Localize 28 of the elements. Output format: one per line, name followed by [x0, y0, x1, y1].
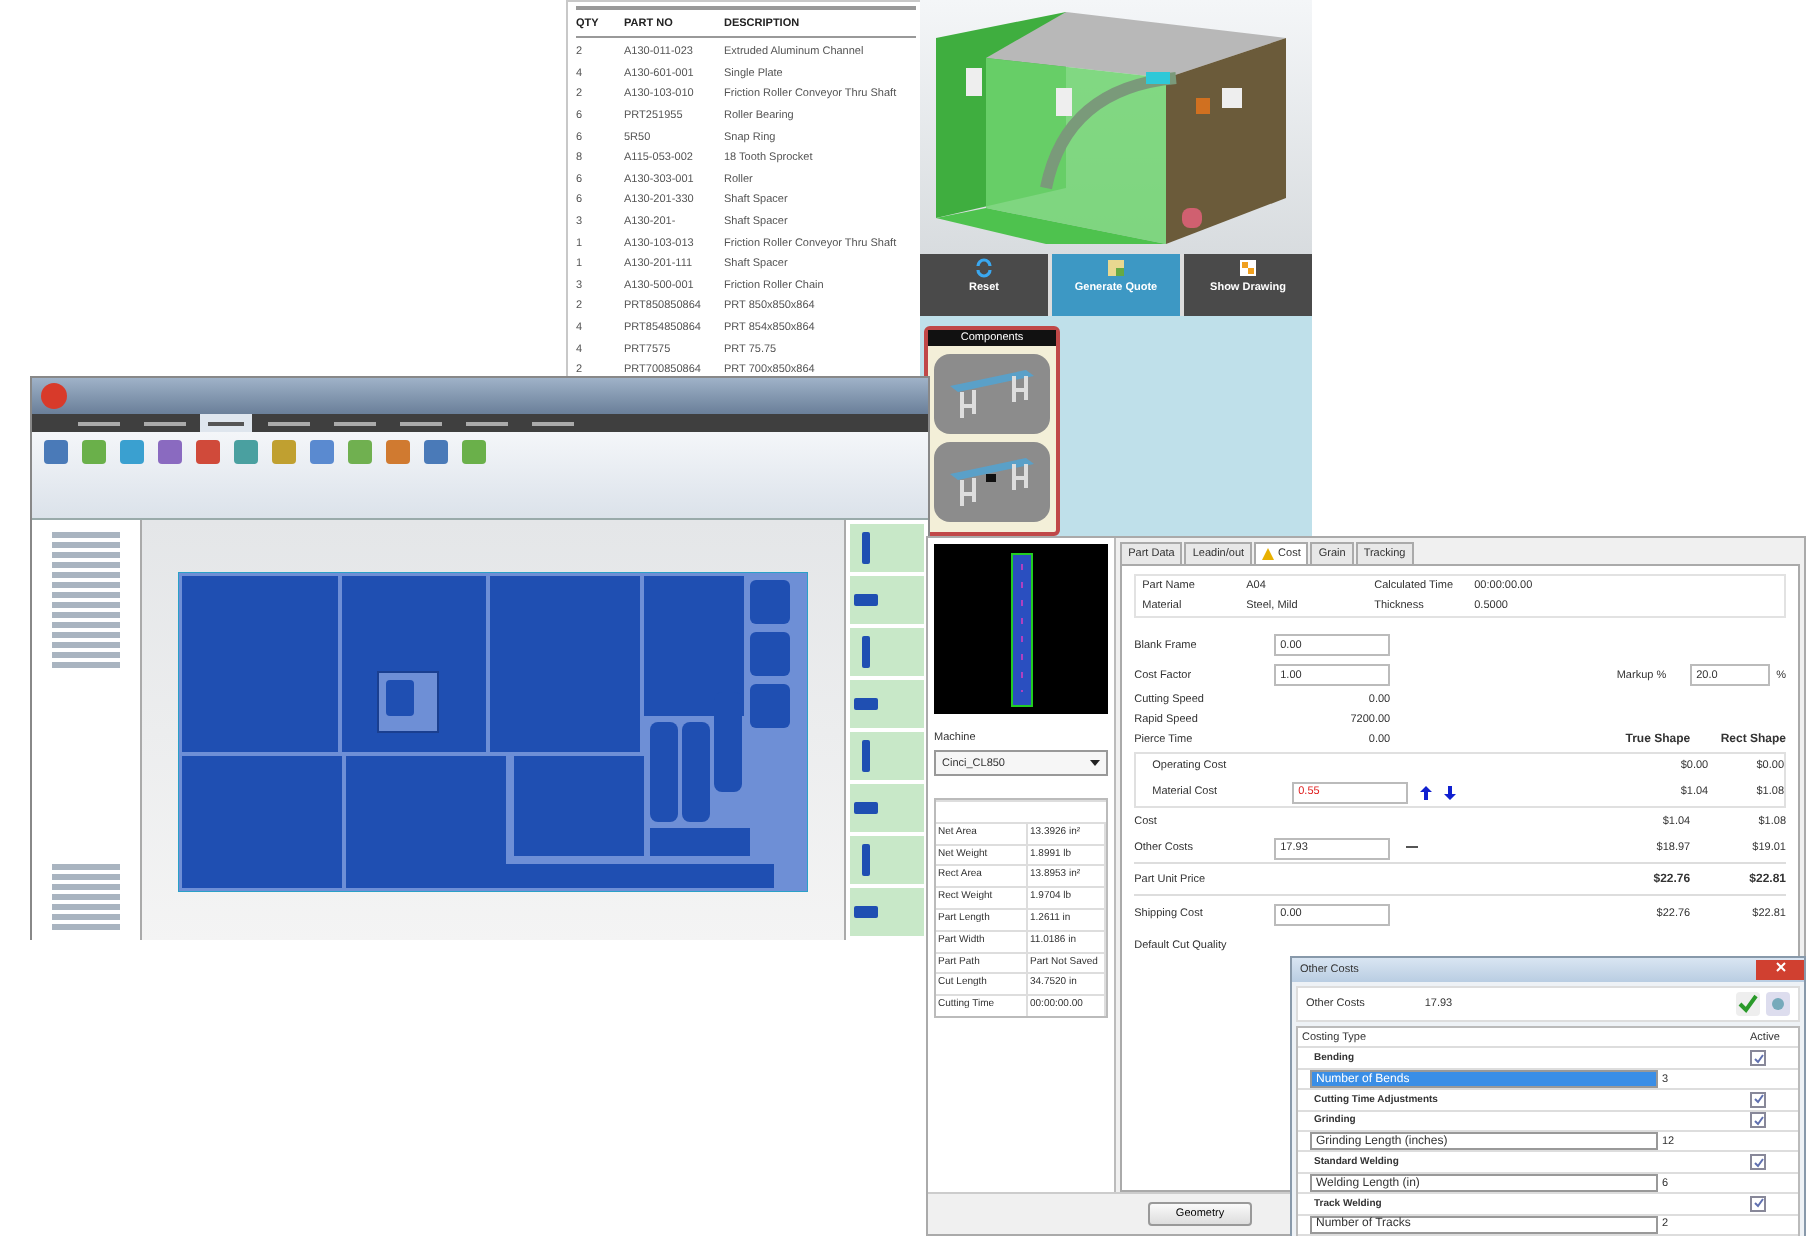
ribbon-tab[interactable]	[200, 414, 252, 432]
part-tile[interactable]	[850, 680, 924, 728]
drawing-icon	[1238, 258, 1258, 278]
part-tile[interactable]	[850, 576, 924, 624]
close-button[interactable]	[1756, 959, 1804, 980]
checkbox[interactable]	[1750, 1195, 1766, 1212]
refresh-icon	[974, 258, 994, 278]
component-thumbnail[interactable]	[934, 442, 1050, 522]
part-tile[interactable]	[850, 784, 924, 832]
checkbox[interactable]	[1750, 1112, 1766, 1129]
warning-icon	[1262, 548, 1275, 560]
app-logo-icon	[40, 382, 68, 410]
part-tile[interactable]	[850, 628, 924, 676]
conveyor-icon	[946, 366, 1038, 422]
close-icon	[1775, 962, 1785, 973]
part-tile[interactable]	[850, 888, 924, 936]
conveyor-icon	[946, 454, 1038, 510]
checkmark-icon[interactable]	[1736, 991, 1760, 1016]
component-thumbnail[interactable]	[934, 354, 1050, 434]
checkbox[interactable]	[1750, 1091, 1766, 1108]
part-tile[interactable]	[850, 732, 924, 780]
document-icon	[1106, 258, 1126, 278]
up-down-arrows-icon[interactable]	[1420, 785, 1457, 799]
checkbox[interactable]	[1750, 1050, 1766, 1067]
part-tile[interactable]	[850, 836, 924, 884]
part-tile[interactable]	[850, 524, 924, 572]
checkbox[interactable]	[1750, 1154, 1766, 1171]
dropdown-caret-icon	[1090, 760, 1101, 766]
